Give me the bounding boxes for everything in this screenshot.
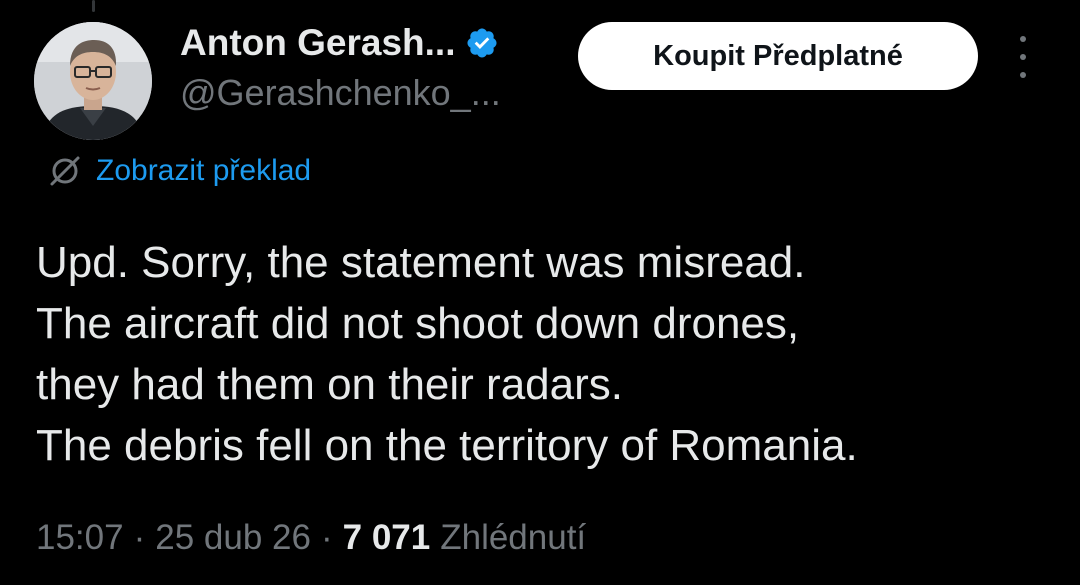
meta-separator: · <box>133 518 146 557</box>
avatar[interactable] <box>34 22 152 140</box>
tweet-line: they had them on their radars. <box>36 360 623 409</box>
views-count: 7 071 <box>342 518 431 557</box>
author-display-name[interactable]: Anton Gerash... <box>180 22 455 64</box>
tweet-date[interactable]: 25 dub 26 <box>155 518 311 558</box>
more-options-icon[interactable] <box>1008 36 1038 78</box>
show-translation-label: Zobrazit překlad <box>96 154 312 187</box>
meta-separator: · <box>320 518 333 557</box>
author-handle[interactable]: @Gerashchenko_... <box>180 72 501 114</box>
tweet-body: Upd. Sorry, the statement was misread. T… <box>36 232 1066 476</box>
more-dot <box>1020 72 1026 78</box>
more-dot <box>1020 54 1026 60</box>
tweet-meta: 15:07 · 25 dub 26 · 7 071 Zhlédnutí <box>36 518 586 558</box>
globe-slash-icon <box>50 156 80 186</box>
subscribe-button[interactable]: Koupit Předplatné <box>578 22 978 90</box>
thread-connector-line <box>92 0 95 12</box>
tweet-line: Upd. Sorry, the statement was misread. <box>36 238 806 287</box>
views-label: Zhlédnutí <box>440 518 587 557</box>
more-dot <box>1020 36 1026 42</box>
verified-badge-icon <box>467 28 498 58</box>
show-translation-link[interactable]: Zobrazit překlad <box>46 152 311 190</box>
avatar-photo <box>34 22 152 140</box>
tweet-line: The debris fell on the territory of Roma… <box>36 421 858 470</box>
tweet-detail: Anton Gerash... @Gerashchenko_... Koupit… <box>0 0 1080 585</box>
tweet-time[interactable]: 15:07 <box>36 518 124 558</box>
author-name-row[interactable]: Anton Gerash... <box>180 20 499 66</box>
tweet-line: The aircraft did not shoot down drones, <box>36 299 800 348</box>
